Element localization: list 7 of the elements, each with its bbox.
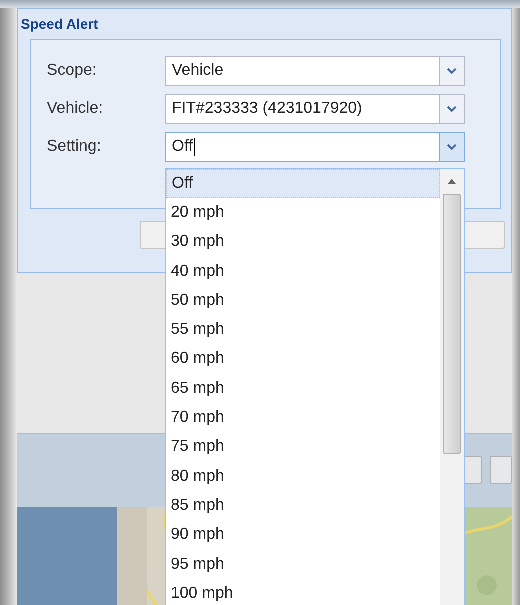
field-label: Vehicle:	[47, 99, 104, 119]
combo-value: FIT#233333 (4231017920)	[171, 99, 364, 119]
combo-value: Vehicle	[171, 61, 225, 81]
field-label: Scope:	[47, 61, 98, 81]
field-label: Setting:	[47, 137, 102, 157]
combo-value: Off	[171, 137, 196, 158]
panel-title: Speed Alert	[21, 14, 98, 34]
